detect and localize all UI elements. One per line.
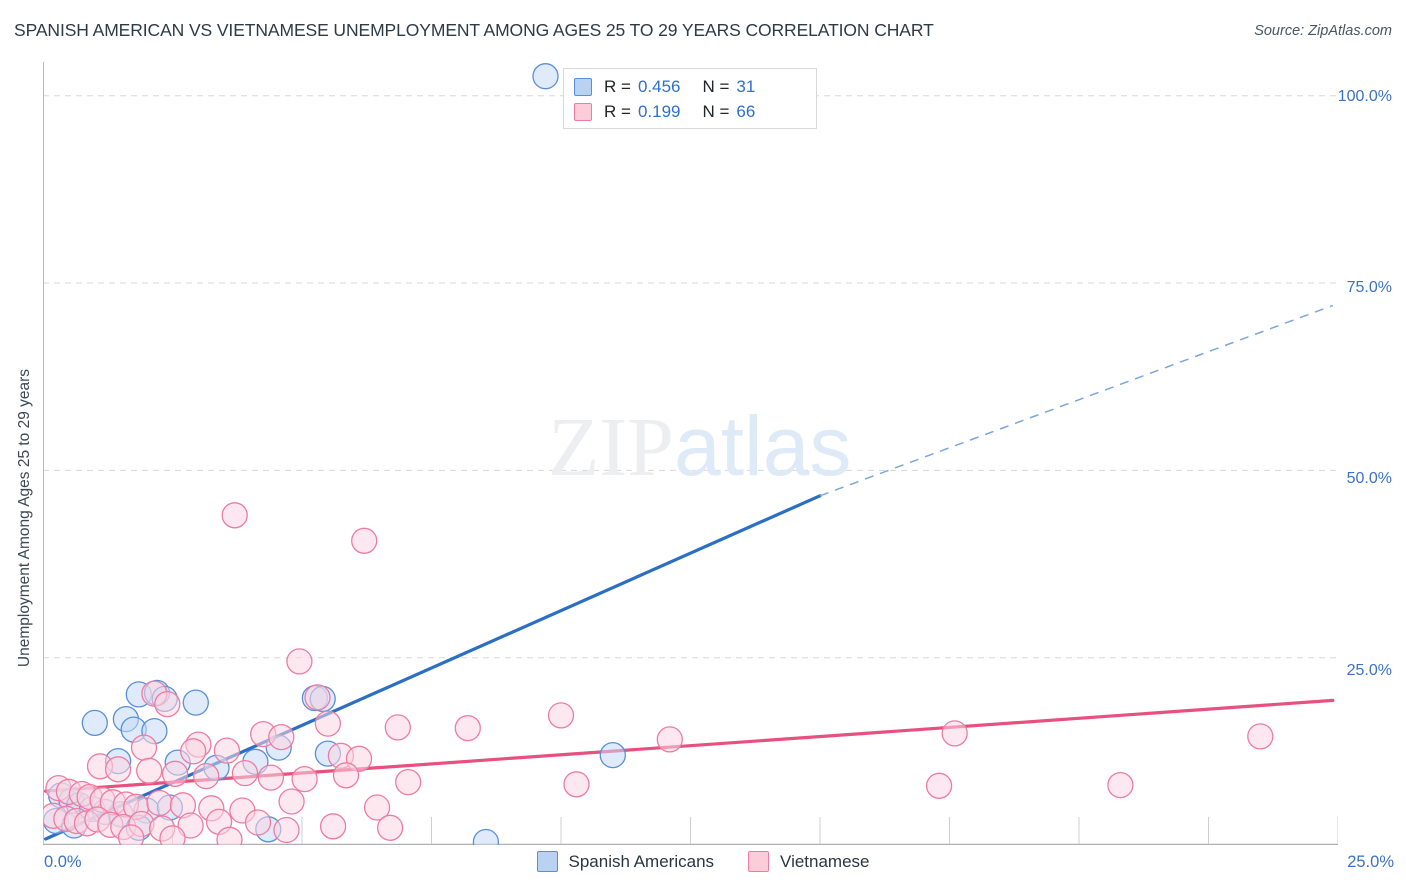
data-point[interactable] xyxy=(563,771,590,798)
data-point[interactable] xyxy=(273,816,300,844)
data-point[interactable] xyxy=(925,772,953,799)
data-point[interactable] xyxy=(656,726,683,753)
stats-n-value-pink: 66 xyxy=(736,101,756,121)
trendline-solid-spanish-americans xyxy=(43,494,822,841)
data-point[interactable] xyxy=(146,789,173,817)
data-point[interactable] xyxy=(1107,771,1134,799)
data-point[interactable] xyxy=(532,63,559,90)
legend-swatch-vietnamese xyxy=(748,851,770,872)
data-point[interactable] xyxy=(221,502,248,529)
data-point[interactable] xyxy=(314,710,342,737)
stats-n-label-blue: N = xyxy=(702,76,730,96)
data-point[interactable] xyxy=(278,788,305,815)
data-point[interactable] xyxy=(384,714,411,741)
data-point[interactable] xyxy=(117,824,145,845)
scatter-plot-svg xyxy=(43,62,1338,845)
data-point[interactable] xyxy=(291,765,318,793)
y-tick-label-50: 50.0% xyxy=(1346,470,1392,487)
series-legend: Spanish Americans Vietnamese xyxy=(0,851,1406,872)
stats-row-vietnamese: R = 0.199 N = 66 xyxy=(574,99,806,124)
stats-r-value-blue: 0.456 xyxy=(637,76,681,96)
stats-r-value-pink: 0.199 xyxy=(637,101,681,121)
correlation-stats-legend: R = 0.456 N = 31 R = 0.199 N = 66 xyxy=(563,68,817,129)
legend-item-vietnamese[interactable]: Vietnamese xyxy=(748,851,870,872)
data-point[interactable] xyxy=(547,702,575,729)
data-point[interactable] xyxy=(332,762,360,789)
legend-swatch-spanish-americans xyxy=(536,851,558,872)
data-point[interactable] xyxy=(257,764,285,791)
data-point[interactable] xyxy=(231,759,259,787)
data-point[interactable] xyxy=(351,527,378,554)
y-tick-label-100: 100.0% xyxy=(1337,88,1392,105)
stats-swatch-pink xyxy=(574,102,592,121)
data-point[interactable] xyxy=(159,825,186,845)
stats-n-label-pink: N = xyxy=(702,101,730,121)
y-axis-title: Unemployment Among Ages 25 to 29 years xyxy=(16,368,33,668)
data-point[interactable] xyxy=(136,757,163,784)
data-point[interactable] xyxy=(244,809,272,836)
trendline-dashed-spanish-americans xyxy=(819,304,1334,497)
data-point[interactable] xyxy=(395,768,422,796)
data-point[interactable] xyxy=(154,690,181,718)
data-point[interactable] xyxy=(1247,723,1274,750)
data-point[interactable] xyxy=(81,709,108,737)
data-point[interactable] xyxy=(941,720,968,747)
data-point[interactable] xyxy=(130,734,158,761)
plot-area xyxy=(43,62,1338,845)
legend-label-spanish-americans: Spanish Americans xyxy=(568,851,715,871)
data-point[interactable] xyxy=(304,684,331,711)
stats-row-spanish-americans: R = 0.456 N = 31 xyxy=(574,74,806,99)
stats-swatch-blue xyxy=(574,77,592,96)
stats-r-label-blue: R = xyxy=(604,76,631,96)
source-attribution: Source: ZipAtlas.com xyxy=(1254,23,1392,39)
data-point[interactable] xyxy=(454,714,481,742)
data-point[interactable] xyxy=(268,723,295,751)
stats-n-value-blue: 31 xyxy=(736,76,756,96)
series-points-vietnamese xyxy=(43,502,1274,845)
data-point[interactable] xyxy=(319,813,347,840)
data-point[interactable] xyxy=(104,756,132,783)
data-point[interactable] xyxy=(180,738,207,765)
data-point[interactable] xyxy=(161,760,189,787)
data-point[interactable] xyxy=(599,741,626,769)
legend-item-spanish-americans[interactable]: Spanish Americans xyxy=(536,851,715,872)
legend-label-vietnamese: Vietnamese xyxy=(780,851,870,871)
y-tick-label-75: 75.0% xyxy=(1346,279,1392,296)
data-point[interactable] xyxy=(376,814,404,841)
data-point[interactable] xyxy=(182,689,209,716)
y-tick-label-25: 25.0% xyxy=(1346,662,1392,679)
data-point[interactable] xyxy=(193,762,220,790)
chart-page: SPANISH AMERICAN VS VIETNAMESE UNEMPLOYM… xyxy=(0,0,1406,892)
data-point[interactable] xyxy=(213,737,241,764)
data-point[interactable] xyxy=(472,828,500,846)
data-point[interactable] xyxy=(286,648,313,675)
page-title: SPANISH AMERICAN VS VIETNAMESE UNEMPLOYM… xyxy=(14,20,934,40)
stats-r-label-pink: R = xyxy=(604,101,631,121)
